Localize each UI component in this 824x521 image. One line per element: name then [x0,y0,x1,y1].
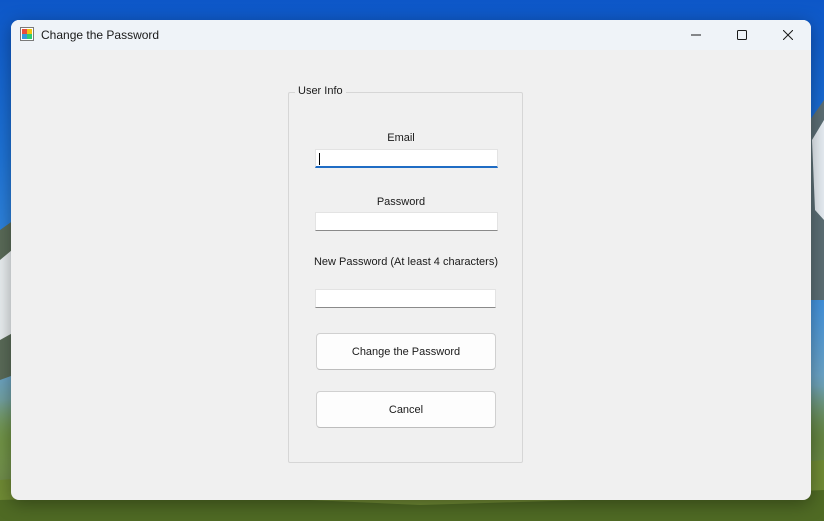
email-field[interactable] [315,149,498,168]
email-label: Email [387,132,415,144]
maximize-button[interactable] [719,20,765,50]
change-password-window: Change the Password User Info Email Pass… [11,20,811,500]
app-icon [20,27,34,41]
text-caret [319,153,320,165]
window-title: Change the Password [41,28,160,42]
cancel-button[interactable]: Cancel [316,391,496,428]
close-icon [783,30,793,40]
title-bar: Change the Password [11,20,811,50]
minimize-button[interactable] [673,20,719,50]
password-field[interactable] [315,212,498,231]
password-label: Password [376,196,426,208]
change-password-button[interactable]: Change the Password [316,333,496,370]
new-password-field[interactable] [315,289,496,308]
close-button[interactable] [765,20,811,50]
user-info-legend: User Info [295,85,346,97]
maximize-icon [737,30,747,40]
new-password-label: New Password (At least 4 characters) [313,256,498,268]
minimize-icon [691,34,701,36]
